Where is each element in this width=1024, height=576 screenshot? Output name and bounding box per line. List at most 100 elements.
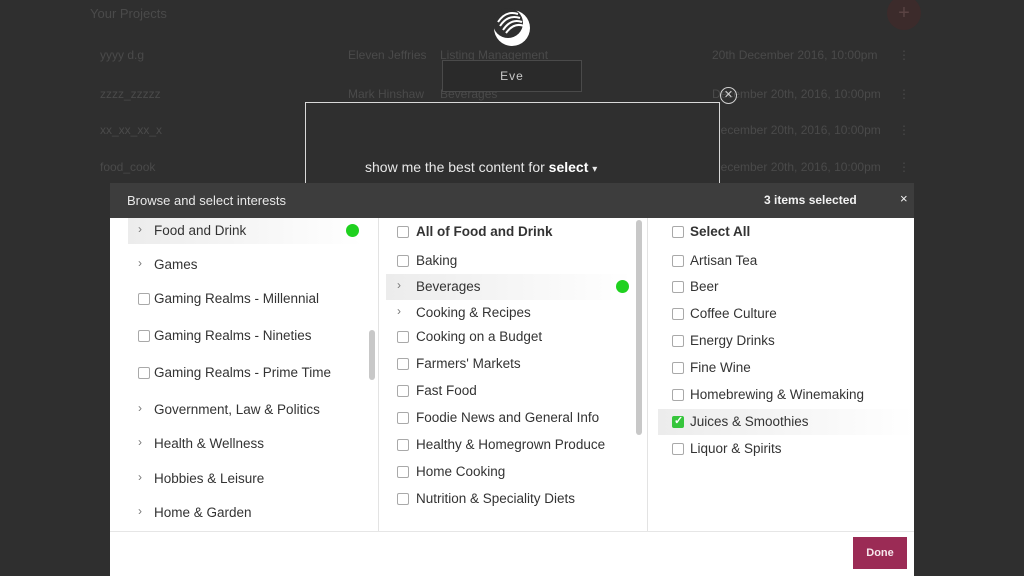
column3-item[interactable]: Select All: [658, 219, 914, 245]
item-label: All of Food and Drink: [416, 224, 553, 239]
checkbox[interactable]: [397, 493, 409, 505]
column2-item[interactable]: Cooking on a Budget: [386, 324, 632, 350]
checkbox[interactable]: [672, 362, 684, 374]
item-label: Fast Food: [416, 383, 477, 398]
column1-item[interactable]: › Food and Drink: [128, 218, 362, 244]
chevron-right-icon[interactable]: ›: [138, 222, 142, 236]
checkbox[interactable]: [138, 330, 150, 342]
item-label: Foodie News and General Info: [416, 410, 600, 425]
caret-down-icon[interactable]: ▾: [592, 164, 597, 175]
chevron-right-icon[interactable]: ›: [397, 278, 401, 292]
checkbox[interactable]: [672, 281, 684, 293]
item-label: Games: [154, 257, 198, 272]
subcategory-column: All of Food and Drink Baking › Beverages › Co…: [378, 218, 648, 531]
checkbox[interactable]: [672, 255, 684, 267]
column3-item[interactable]: Beer: [658, 274, 914, 300]
column3-item[interactable]: Energy Drinks: [658, 328, 914, 354]
checkbox[interactable]: [397, 331, 409, 343]
checkbox[interactable]: [397, 439, 409, 451]
checkbox[interactable]: [397, 385, 409, 397]
column3-item[interactable]: Coffee Culture: [658, 301, 914, 327]
column2-item[interactable]: Home Cooking: [386, 459, 632, 485]
column2-item[interactable]: Farmers' Markets: [386, 351, 632, 377]
item-label: Healthy & Homegrown Produce: [416, 437, 606, 452]
column2-item[interactable]: Fast Food: [386, 378, 632, 404]
item-label: Cooking on a Budget: [416, 329, 543, 344]
chevron-right-icon[interactable]: ›: [138, 256, 142, 270]
chevron-right-icon[interactable]: ›: [138, 470, 142, 484]
column1-item[interactable]: › Hobbies & Leisure: [128, 466, 362, 492]
name-input[interactable]: Eve: [442, 60, 582, 92]
chevron-right-icon[interactable]: ›: [138, 435, 142, 449]
checkbox[interactable]: [672, 308, 684, 320]
item-label: Government, Law & Politics: [154, 402, 320, 417]
done-button[interactable]: Done: [853, 537, 907, 569]
column2-item[interactable]: Foodie News and General Info: [386, 405, 632, 431]
prompt-text: show me the best content for select ▾: [365, 159, 597, 175]
chevron-right-icon[interactable]: ›: [138, 401, 142, 415]
checkbox[interactable]: [672, 389, 684, 401]
checkbox[interactable]: [672, 335, 684, 347]
item-label: Health & Wellness: [154, 436, 265, 451]
scrollbar-subcategory[interactable]: [636, 220, 642, 435]
item-label: Energy Drinks: [690, 333, 775, 348]
column1-item[interactable]: Gaming Realms - Nineties: [128, 323, 362, 349]
close-circle-icon[interactable]: ✕: [720, 87, 737, 104]
item-label: Select All: [690, 224, 751, 239]
item-label: Artisan Tea: [690, 253, 758, 268]
prompt-prefix: show me the best content for: [365, 159, 549, 175]
chevron-right-icon[interactable]: ›: [397, 304, 401, 318]
column3-item[interactable]: Fine Wine: [658, 355, 914, 381]
column1-item[interactable]: › Home & Garden: [128, 500, 362, 526]
checkbox[interactable]: [397, 255, 409, 267]
checkbox[interactable]: [397, 466, 409, 478]
interests-modal: Browse and select interests 3 items sele…: [110, 183, 914, 576]
column2-item[interactable]: › Cooking & Recipes: [386, 300, 632, 326]
column2-item[interactable]: Baking: [386, 248, 632, 274]
modal-header: Browse and select interests 3 items sele…: [110, 183, 914, 218]
column2-item[interactable]: Healthy & Homegrown Produce: [386, 432, 632, 458]
project-cell: December 20th, 2016, 10:00pm: [712, 160, 881, 174]
select-dropdown[interactable]: select: [549, 159, 589, 175]
project-cell: yyyy d.g: [100, 48, 145, 62]
selected-count: 3 items selected: [764, 193, 857, 207]
column3-item[interactable]: Artisan Tea: [658, 248, 914, 274]
category-column: › Food and Drink › Games Gaming Realms - Mil…: [110, 218, 378, 531]
column1-item[interactable]: Gaming Realms - Prime Time: [128, 360, 362, 386]
item-label: Juices & Smoothies: [690, 414, 809, 429]
project-cell: 20th December 2016, 10:00pm: [712, 48, 878, 62]
checkbox[interactable]: [672, 414, 684, 428]
close-icon[interactable]: ×: [900, 191, 908, 206]
item-label: Fine Wine: [690, 360, 751, 375]
status-dot: [346, 224, 359, 237]
checkbox[interactable]: [672, 443, 684, 455]
item-label: Liquor & Spirits: [690, 441, 782, 456]
item-label: Gaming Realms - Prime Time: [154, 365, 332, 380]
chevron-right-icon[interactable]: ›: [138, 504, 142, 518]
checkbox[interactable]: [138, 293, 150, 305]
checkbox[interactable]: [138, 367, 150, 379]
checkbox[interactable]: [397, 226, 409, 238]
item-label: Homebrewing & Winemaking: [690, 387, 865, 402]
column2-item[interactable]: All of Food and Drink: [386, 219, 632, 245]
item-label: Food and Drink: [154, 223, 247, 238]
project-cell: ⋮: [898, 48, 910, 62]
column2-item[interactable]: › Beverages: [386, 274, 632, 300]
column1-item[interactable]: Gaming Realms - Millennial: [128, 286, 362, 312]
checkbox[interactable]: [672, 226, 684, 238]
column1-item[interactable]: › Government, Law & Politics: [128, 397, 362, 423]
column3-item[interactable]: Liquor & Spirits: [658, 436, 914, 462]
item-label: Gaming Realms - Millennial: [154, 291, 320, 306]
column1-item[interactable]: › Games: [128, 252, 362, 278]
column2-item[interactable]: Nutrition & Speciality Diets: [386, 486, 632, 512]
scrollbar-category[interactable]: [369, 330, 375, 380]
checkbox[interactable]: [397, 412, 409, 424]
item-label: Nutrition & Speciality Diets: [416, 491, 576, 506]
plus-icon[interactable]: +: [887, 0, 921, 30]
column3-item[interactable]: Homebrewing & Winemaking: [658, 382, 914, 408]
project-cell: December 20th, 2016, 10:00pm: [712, 87, 881, 101]
column3-item[interactable]: Juices & Smoothies: [658, 409, 914, 435]
checkbox[interactable]: [397, 358, 409, 370]
project-cell: food_cook: [100, 160, 156, 174]
column1-item[interactable]: › Health & Wellness: [128, 431, 362, 457]
